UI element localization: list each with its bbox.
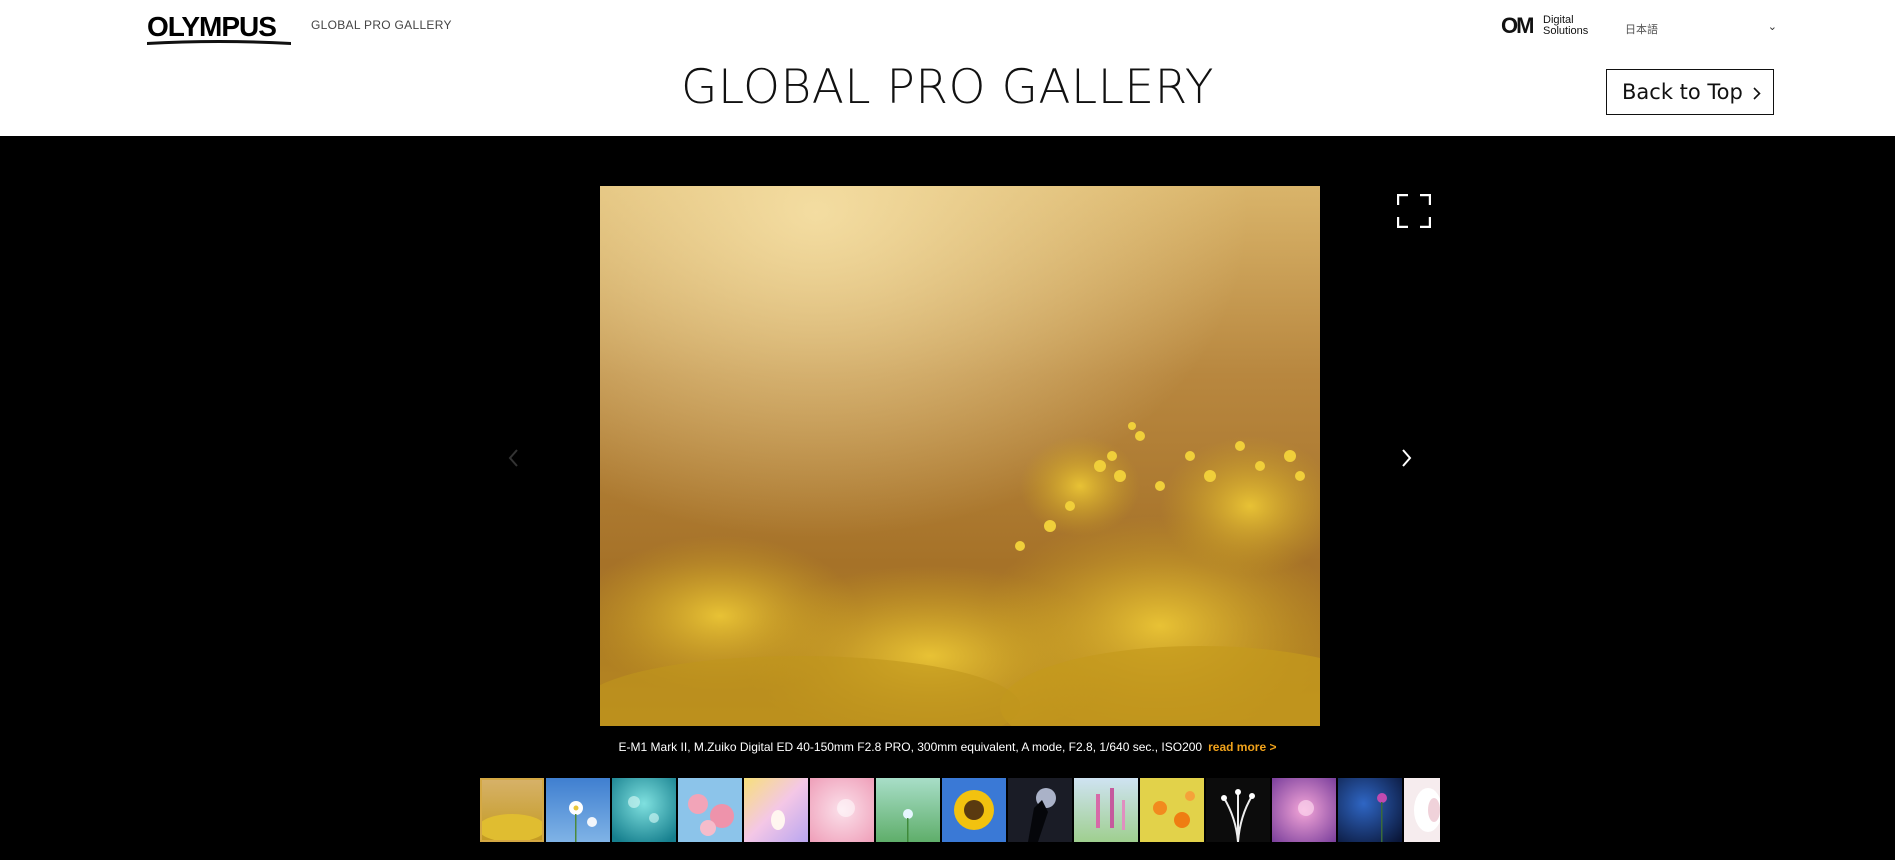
om-mark: OM <box>1501 13 1534 38</box>
photo-caption: E-M1 Mark II, M.Zuiko Digital ED 40-150m… <box>0 740 1895 754</box>
olympus-wordmark: OLYMPUS <box>147 11 277 42</box>
om-line2: Solutions <box>1543 25 1589 37</box>
olympus-logo[interactable]: OLYMPUS <box>147 11 291 45</box>
thumb-green-meadow[interactable] <box>876 778 940 842</box>
site-header: OLYMPUS GLOBAL PRO GALLERY OM Digital So… <box>0 0 1895 136</box>
photo-viewer: E-M1 Mark II, M.Zuiko Digital ED 40-150m… <box>0 136 1895 860</box>
next-arrow-icon[interactable] <box>1397 444 1417 472</box>
thumb-blue-night-flower[interactable] <box>1338 778 1402 842</box>
thumbnail-strip <box>480 778 1440 842</box>
thumb-pink-wildflowers[interactable] <box>1074 778 1138 842</box>
back-to-top-button[interactable]: Back to Top <box>1606 69 1774 115</box>
logo-swoosh-icon <box>147 40 291 45</box>
thumb-orange-field[interactable] <box>1140 778 1204 842</box>
thumb-purple-bokeh[interactable] <box>1272 778 1336 842</box>
back-to-top-label: Back to Top <box>1622 80 1743 104</box>
main-photo <box>600 186 1320 726</box>
om-digital-solutions-logo[interactable]: OM Digital Solutions <box>1501 14 1597 38</box>
thumb-pastel-flower[interactable] <box>744 778 808 842</box>
thumb-white-stamen[interactable] <box>1206 778 1270 842</box>
chevron-right-icon <box>1753 87 1761 100</box>
fullscreen-icon[interactable] <box>1397 194 1431 228</box>
caption-text: E-M1 Mark II, M.Zuiko Digital ED 40-150m… <box>618 740 1203 754</box>
thumb-teal-bokeh[interactable] <box>612 778 676 842</box>
language-label: 日本語 <box>1625 24 1658 36</box>
om-text: Digital Solutions <box>1543 15 1588 37</box>
thumb-sunflower[interactable] <box>942 778 1006 842</box>
thumb-yellow-flowers[interactable] <box>480 778 544 842</box>
thumb-pink-blossoms[interactable] <box>678 778 742 842</box>
thumb-white-daisies[interactable] <box>546 778 610 842</box>
read-more-link[interactable]: read more > <box>1208 740 1276 754</box>
thumb-pink-petals[interactable] <box>810 778 874 842</box>
chevron-down-icon: ⌄ <box>1767 21 1777 33</box>
thumb-white-petal[interactable] <box>1404 778 1440 842</box>
previous-arrow-icon[interactable] <box>503 444 523 472</box>
language-select[interactable]: 日本語 ⌄ <box>1625 20 1777 40</box>
site-label[interactable]: GLOBAL PRO GALLERY <box>311 18 452 32</box>
thumb-dark-silhouette[interactable] <box>1008 778 1072 842</box>
